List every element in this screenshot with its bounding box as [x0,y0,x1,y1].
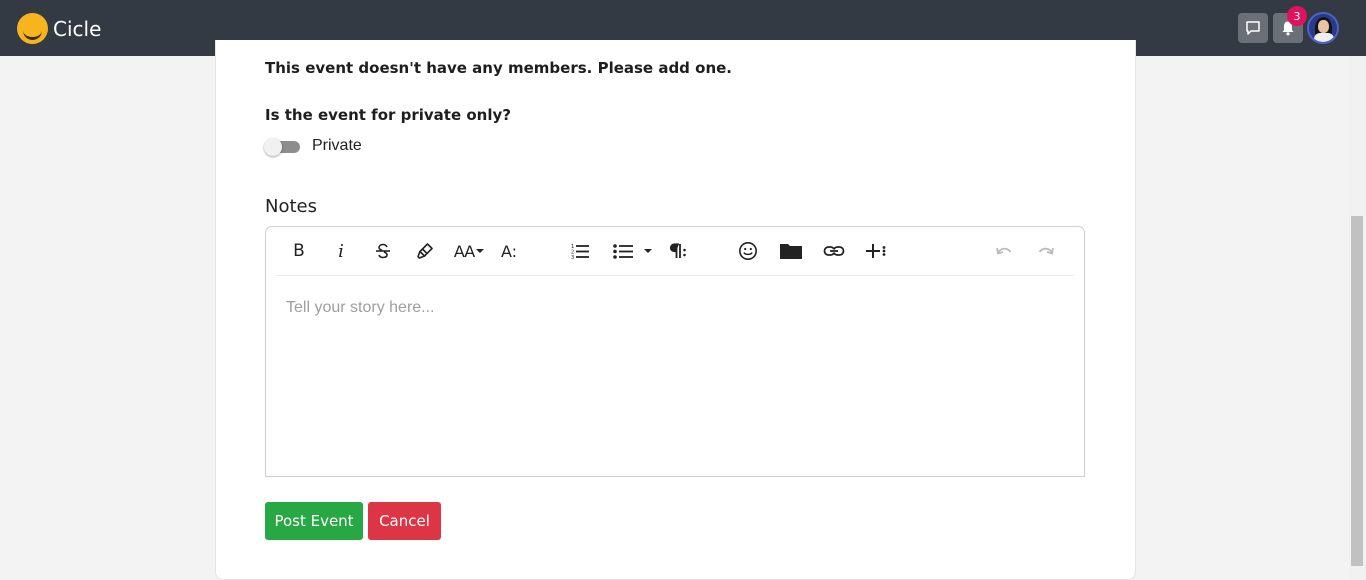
bold-button[interactable]: B [288,237,310,265]
plus-more-icon [866,244,886,258]
link-icon [823,246,845,256]
font-size-label: AA [453,241,475,261]
insert-file-button[interactable] [778,237,804,265]
private-toggle-label: Private [312,137,362,154]
svg-text:3: 3 [571,255,574,261]
cancel-button[interactable]: Cancel [368,502,441,540]
notification-count-badge: 3 [1287,6,1307,26]
cicle-logo-icon [17,13,48,44]
redo-icon [1038,247,1054,255]
italic-label: i [338,240,344,262]
paragraph-style-button[interactable] [667,237,689,265]
insert-more-button[interactable] [865,237,889,265]
caret-down-icon [476,249,485,253]
font-size-dropdown[interactable]: AA [452,237,486,265]
chat-button[interactable] [1238,13,1268,43]
scrollbar-thumb[interactable] [1351,216,1363,566]
undo-button[interactable] [993,237,1015,265]
emoji-button[interactable] [737,237,759,265]
bullet-list-icon [613,244,633,259]
ordered-list-icon: 1 2 3 [571,244,589,261]
app-name: Cicle [53,16,102,41]
bullet-list-dropdown[interactable] [611,237,653,265]
redo-button[interactable] [1035,237,1057,265]
undo-icon [996,247,1012,255]
folder-icon [780,244,802,259]
brand[interactable]: Cicle [17,13,101,44]
notes-label: Notes [265,196,317,217]
post-event-button[interactable]: Post Event [265,502,363,540]
ordered-list-button[interactable]: 1 2 3 [569,237,591,265]
italic-button[interactable]: i [331,237,351,265]
chat-icon [1246,21,1260,35]
text-style-button[interactable]: A: [498,237,520,265]
insert-link-button[interactable] [822,237,846,265]
user-avatar[interactable] [1307,12,1339,44]
private-toggle[interactable] [264,138,301,156]
bold-label: B [293,241,305,261]
highlight-button[interactable] [414,237,436,265]
members-empty-message: This event doesn't have any members. Ple… [265,59,732,77]
private-question-label: Is the event for private only? [265,106,511,124]
toolbar-divider [276,275,1074,276]
caret-down-icon [644,249,652,253]
smiley-icon [739,242,757,260]
notes-textarea-placeholder[interactable]: Tell your story here... [286,299,435,317]
paragraph-icon [669,243,686,258]
strikethrough-icon [376,243,390,259]
notes-editor: B i AA A: 1 2 3 Tell your story here... [265,226,1085,477]
text-style-label: A: [500,241,518,261]
highlighter-icon [417,243,433,259]
strikethrough-button[interactable] [372,237,394,265]
